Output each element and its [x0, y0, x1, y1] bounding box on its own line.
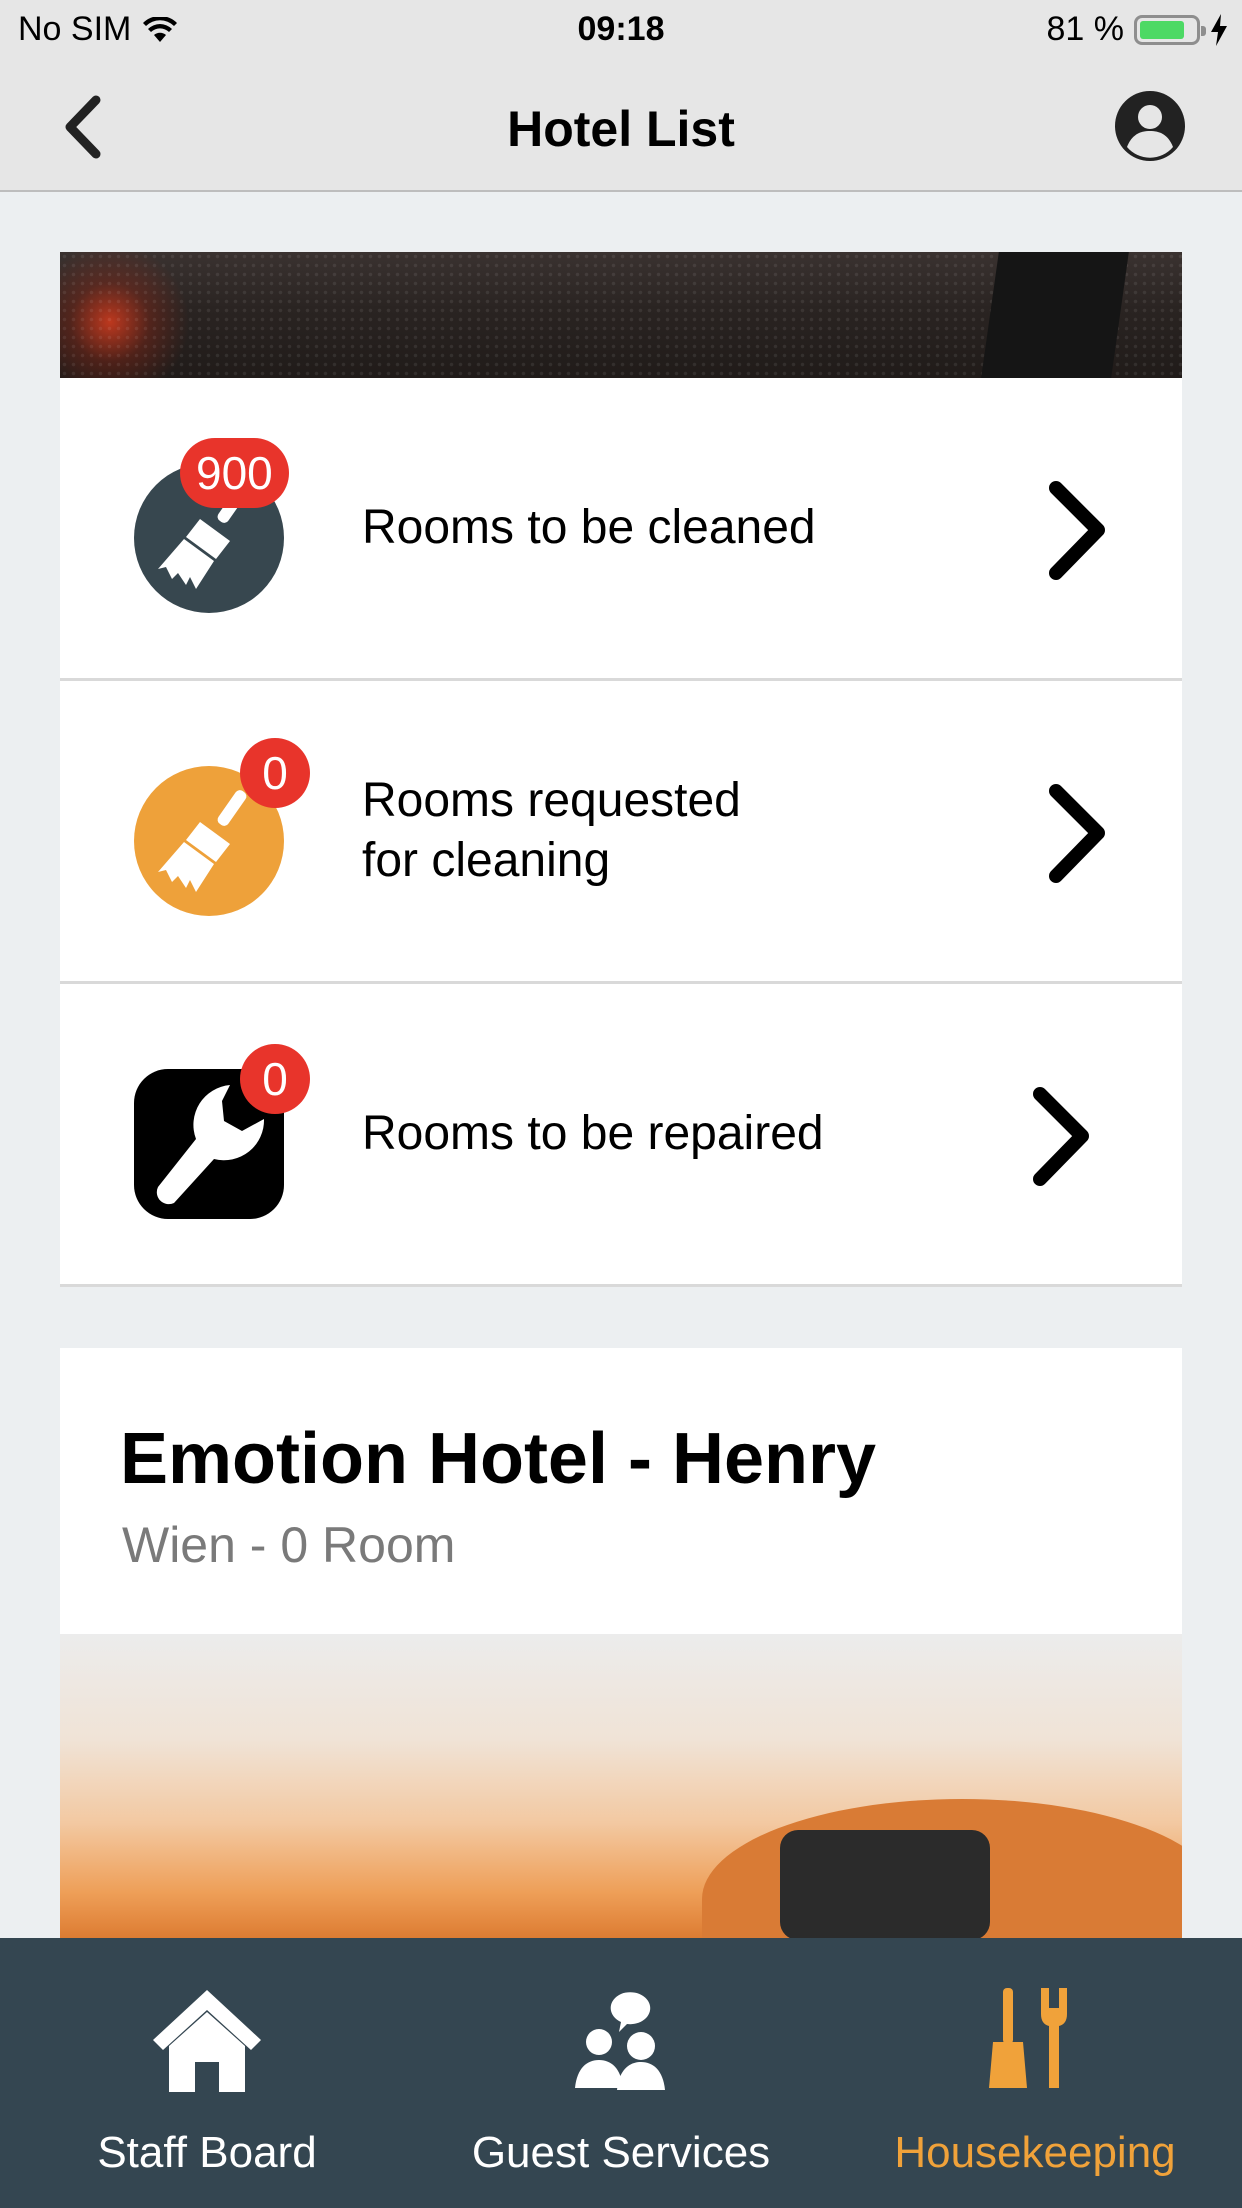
battery-level	[1140, 20, 1184, 39]
row-label-text: Rooms requested for cleaning	[362, 774, 741, 887]
tab-label: Housekeeping	[894, 2128, 1176, 2177]
hotel-photo[interactable]	[60, 1634, 1182, 1938]
requested-count-badge: 0	[240, 738, 310, 808]
row-label: Rooms to be cleaned	[362, 501, 816, 554]
home-icon	[153, 1990, 261, 2092]
tab-guest-services[interactable]: Guest Services	[414, 1938, 828, 2208]
tab-housekeeping[interactable]: Housekeeping	[828, 1938, 1242, 2208]
hotel-card[interactable]: Emotion Hotel - Henry Wien - 0 Room	[60, 1348, 1182, 1634]
rooms-to-be-repaired-row[interactable]: 0 Rooms to be repaired	[60, 984, 1182, 1287]
tab-bar: Staff Board Guest Services Housekeeping	[0, 1938, 1242, 2208]
battery-percent: 81 %	[1046, 10, 1125, 48]
chevron-right-icon	[1033, 1087, 1089, 1186]
row-label: Rooms requested for cleaning	[362, 681, 741, 981]
row-label: Rooms to be repaired	[362, 1107, 824, 1160]
chevron-right-icon	[1049, 481, 1105, 580]
repair-count-badge: 0	[240, 1044, 310, 1114]
task-list: 900 Rooms to be cleaned 0 Rooms requeste…	[60, 378, 1182, 1287]
profile-icon[interactable]	[1114, 90, 1186, 162]
status-bar: No SIM 09:18 81 %	[0, 0, 1242, 62]
hotel-location-rooms: Wien - 0 Room	[122, 1517, 456, 1573]
hotel-banner-image	[60, 252, 1182, 378]
tab-label: Staff Board	[97, 2128, 317, 2177]
charging-icon	[1211, 13, 1227, 46]
battery-icon	[1134, 14, 1206, 45]
cleaning-count-badge: 900	[180, 438, 289, 508]
hotel-name: Emotion Hotel - Henry	[120, 1419, 877, 1499]
guest-services-icon	[575, 1992, 665, 2090]
tab-label: Guest Services	[471, 2128, 771, 2177]
housekeeping-icon	[989, 1988, 1067, 2088]
chevron-right-icon	[1049, 784, 1105, 883]
nav-bar: Hotel List	[0, 62, 1242, 192]
rooms-to-be-cleaned-row[interactable]: 900 Rooms to be cleaned	[60, 378, 1182, 681]
page-title: Hotel List	[507, 101, 735, 157]
tab-staff-board[interactable]: Staff Board	[0, 1938, 414, 2208]
rooms-requested-for-cleaning-row[interactable]: 0 Rooms requested for cleaning	[60, 681, 1182, 984]
